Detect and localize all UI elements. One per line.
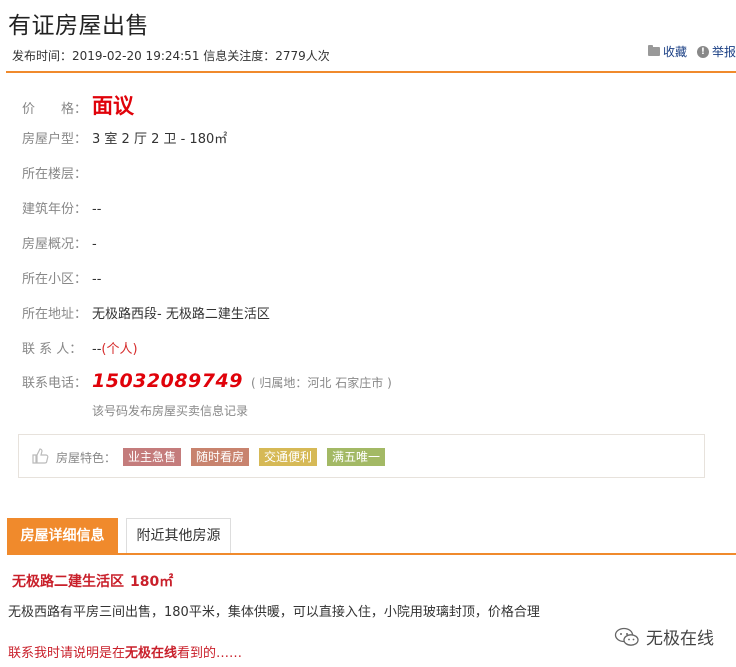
tab-divider	[7, 553, 736, 555]
layout-row: 房屋户型： 3 室 2 厅 2 卫 - 180㎡	[22, 128, 227, 147]
floor-row: 所在楼层：	[22, 163, 92, 182]
wechat-icon	[614, 627, 639, 646]
address-value: 无极路西段- 无极路二建生活区	[92, 307, 270, 322]
overview-label: 房屋概况：	[22, 237, 88, 252]
detail-description: 无极西路有平房三间出售，180平米，集体供暖，可以直接入住，小院用玻璃封顶，价格…	[8, 605, 540, 620]
page-title: 有证房屋出售	[8, 13, 149, 39]
detail-heading: 无极路二建生活区 180㎡	[12, 571, 173, 591]
layout-value: 3 室 2 厅 2 卫 - 180㎡	[92, 132, 228, 147]
header-divider	[6, 71, 736, 73]
warning-icon: !	[696, 45, 709, 58]
community-row: 所在小区： --	[22, 268, 101, 287]
contact-row: 联 系 人： -- (个人)	[22, 338, 138, 357]
favorite-button[interactable]: 收藏	[647, 43, 687, 60]
report-button[interactable]: ! 举报	[696, 43, 736, 60]
detail-area: 180㎡	[130, 574, 174, 590]
publish-meta: 发布时间：2019-02-20 19:24:51 信息关注度：2779人次	[12, 49, 330, 63]
feature-tag: 业主急售	[123, 448, 182, 466]
phone-row: 联系电话： 15032089749 ( 归属地：河北 石家庄市 )	[22, 370, 392, 392]
folder-icon	[647, 45, 660, 56]
contact-label: 联 系 人：	[22, 342, 83, 357]
tab-house-details[interactable]: 房屋详细信息	[7, 518, 118, 554]
favorite-label: 收藏	[662, 45, 687, 59]
note-suffix: 看到的……	[177, 646, 243, 661]
feature-tag: 满五唯一	[327, 448, 386, 466]
contact-note: 联系我时请说明是在无极在线看到的……	[8, 642, 242, 661]
community-value: --	[92, 272, 102, 287]
overview-row: 房屋概况： -	[22, 233, 97, 252]
feature-tag: 交通便利	[259, 448, 318, 466]
phone-label: 联系电话：	[22, 376, 88, 391]
year-row: 建筑年份： --	[22, 198, 101, 217]
report-label: 举报	[711, 45, 736, 59]
phone-records-row: 该号码发布房屋买卖信息记录	[92, 402, 248, 419]
phone-origin: ( 归属地：河北 石家庄市 )	[250, 376, 392, 390]
watermark: 无极在线	[614, 624, 714, 649]
floor-label: 所在楼层：	[22, 167, 88, 182]
contact-value: --	[92, 342, 102, 357]
year-value: --	[92, 202, 102, 217]
price-value: 面议	[92, 94, 134, 118]
price-label: 价 格：	[22, 102, 88, 117]
header-actions: 收藏 ! 举报	[647, 43, 736, 60]
detail-title: 无极路二建生活区	[12, 574, 124, 590]
overview-value: -	[92, 237, 97, 252]
watermark-text: 无极在线	[646, 629, 714, 649]
contact-type: (个人)	[101, 342, 138, 357]
year-label: 建筑年份：	[22, 202, 88, 217]
address-row: 所在地址： 无极路西段- 无极路二建生活区	[22, 303, 270, 322]
note-site: 无极在线	[125, 646, 178, 661]
address-label: 所在地址：	[22, 307, 88, 322]
note-prefix: 联系我时请说明是在	[8, 646, 126, 661]
thumb-icon	[32, 448, 49, 464]
layout-label: 房屋户型：	[22, 132, 88, 147]
phone-records-link[interactable]: 该号码发布房屋买卖信息记录	[92, 402, 248, 419]
phone-number[interactable]: 15032089749	[92, 370, 243, 392]
tab-nearby-listings[interactable]: 附近其他房源	[126, 518, 231, 554]
price-row: 价 格： 面议	[22, 90, 134, 120]
feature-box: 房屋特色： 业主急售 随时看房 交通便利 满五唯一	[18, 434, 705, 478]
features-label: 房屋特色：	[56, 451, 117, 465]
feature-tag: 随时看房	[191, 448, 250, 466]
community-label: 所在小区：	[22, 272, 88, 287]
